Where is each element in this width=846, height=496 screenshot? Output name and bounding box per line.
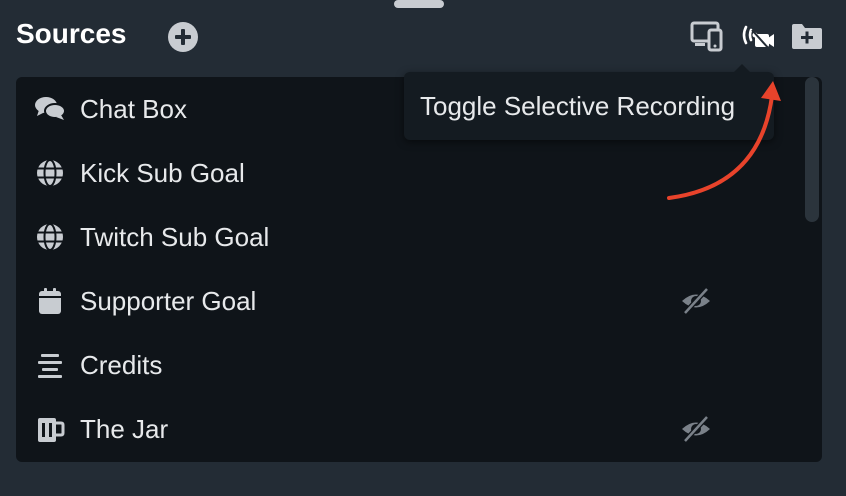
eye-slash-icon[interactable]	[680, 285, 712, 317]
eye-slash-icon[interactable]	[680, 413, 712, 445]
tooltip-caret	[734, 64, 750, 72]
tooltip-text: Toggle Selective Recording	[420, 91, 736, 121]
source-item-supporter-goal[interactable]: Supporter Goal	[16, 269, 806, 333]
source-label: Kick Sub Goal	[80, 158, 245, 188]
globe-icon	[37, 223, 63, 251]
devices-icon	[690, 21, 723, 52]
selective-recording-button[interactable]	[740, 18, 776, 54]
mug-icon	[38, 418, 65, 442]
chat-bubbles-icon	[35, 97, 66, 120]
source-label: Twitch Sub Goal	[80, 222, 270, 252]
list-scrollbar[interactable]	[805, 77, 819, 222]
add-source-button[interactable]	[167, 21, 199, 53]
add-folder-icon	[792, 24, 822, 49]
source-label: Chat Box	[80, 94, 187, 124]
plus-circle-icon	[168, 22, 198, 52]
calendar-icon	[39, 288, 61, 314]
source-item-kick-sub-goal[interactable]: Kick Sub Goal	[16, 141, 806, 205]
globe-icon	[37, 159, 63, 187]
source-item-credits[interactable]: Credits	[16, 333, 806, 397]
selective-recording-icon	[742, 25, 774, 51]
align-center-icon	[38, 354, 62, 378]
add-folder-button[interactable]	[789, 18, 825, 54]
source-label: Supporter Goal	[80, 286, 257, 316]
devices-button[interactable]	[689, 18, 725, 54]
source-item-twitch-sub-goal[interactable]: Twitch Sub Goal	[16, 205, 806, 269]
source-item-the-jar[interactable]: The Jar	[16, 397, 806, 461]
source-label: Credits	[80, 350, 163, 380]
panel-title: Sources	[16, 18, 127, 49]
selective-recording-tooltip: Toggle Selective Recording	[404, 64, 774, 140]
sources-header: Sources	[0, 0, 846, 72]
source-label: The Jar	[80, 414, 169, 444]
